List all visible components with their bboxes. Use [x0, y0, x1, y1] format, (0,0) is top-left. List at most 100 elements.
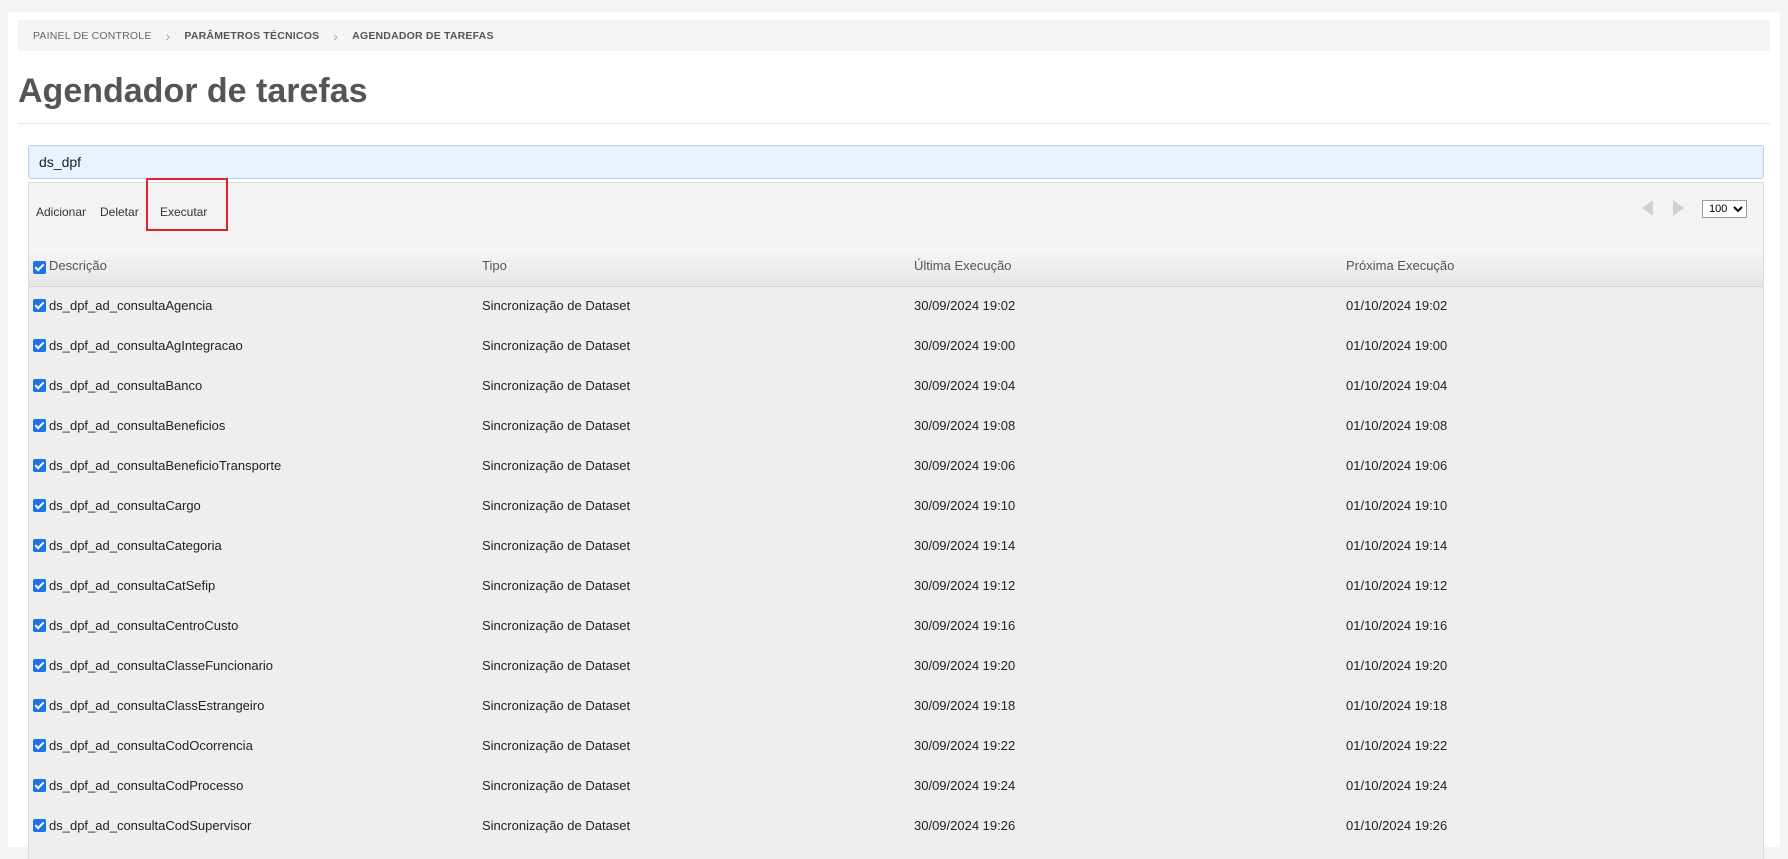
table-row[interactable]: ds_dpf_ad_consultaBeneficios Sincronizaçã… [29, 406, 1763, 446]
delete-button[interactable]: Deletar [100, 205, 139, 219]
column-header-tipo[interactable]: Tipo [482, 258, 507, 273]
search-input[interactable] [28, 145, 1764, 179]
add-button[interactable]: Adicionar [36, 205, 86, 219]
cell-proxima-execucao: 01/10/2024 19:20 [1346, 658, 1448, 673]
table-row[interactable]: ds_dpf_ad_consultaBanco Sincronização de … [29, 366, 1763, 406]
row-checkbox[interactable] [33, 419, 46, 432]
cell-descricao: ds_dpf_ad_consultaCodOcorrencia [49, 738, 253, 753]
cell-ultima-execucao: 30/09/2024 19:14 [914, 538, 1016, 553]
cell-descricao: ds_dpf_ad_consultaCodProcesso [49, 778, 244, 793]
table-row[interactable]: ds_dpf_ad_consultaCargo Sincronização de … [29, 486, 1763, 526]
previous-page-icon[interactable] [1639, 197, 1657, 219]
column-header-proxima-execucao[interactable]: Próxima Execução [1346, 258, 1454, 273]
page-size-select[interactable]: 100 [1702, 200, 1747, 218]
cell-tipo: Sincronização de Dataset [482, 378, 631, 393]
row-checkbox[interactable] [33, 299, 46, 312]
cell-tipo: Sincronização de Dataset [482, 338, 631, 353]
cell-proxima-execucao: 01/10/2024 19:02 [1346, 298, 1448, 313]
page-title: Agendador de tarefas [18, 72, 368, 110]
cell-ultima-execucao: 30/09/2024 19:18 [914, 698, 1016, 713]
cell-proxima-execucao: 01/10/2024 19:16 [1346, 618, 1448, 633]
row-checkbox[interactable] [33, 539, 46, 552]
table-row[interactable]: ds_dpf_ad_consultaCodSupervisor Sincroniz… [29, 806, 1763, 846]
cell-tipo: Sincronização de Dataset [482, 818, 631, 833]
chevron-right-icon: › [333, 27, 339, 44]
chevron-right-icon: › [165, 27, 171, 44]
table-row[interactable]: ds_dpf_ad_consultaCentroCusto Sincronizaç… [29, 606, 1763, 646]
cell-tipo: Sincronização de Dataset [482, 778, 631, 793]
cell-descricao: ds_dpf_ad_consultaCategoria [49, 538, 222, 553]
row-checkbox[interactable] [33, 579, 46, 592]
cell-descricao: ds_dpf_ad_consultaClassEstrangeiro [49, 698, 265, 713]
cell-proxima-execucao: 01/10/2024 19:12 [1346, 578, 1448, 593]
row-checkbox[interactable] [33, 659, 46, 672]
cell-tipo: Sincronização de Dataset [482, 298, 631, 313]
table-row[interactable]: ds_dpf_ad_consultaAgIntegracao Sincroniza… [29, 326, 1763, 366]
cell-tipo: Sincronização de Dataset [482, 698, 631, 713]
row-checkbox[interactable] [33, 819, 46, 832]
table-body: ds_dpf_ad_consultaAgencia Sincronização d… [29, 286, 1763, 846]
cell-ultima-execucao: 30/09/2024 19:12 [914, 578, 1016, 593]
cell-tipo: Sincronização de Dataset [482, 458, 631, 473]
row-checkbox[interactable] [33, 499, 46, 512]
cell-proxima-execucao: 01/10/2024 19:26 [1346, 818, 1448, 833]
cell-proxima-execucao: 01/10/2024 19:00 [1346, 338, 1448, 353]
cell-ultima-execucao: 30/09/2024 19:04 [914, 378, 1016, 393]
breadcrumb: PAINEL DE CONTROLE › PARÂMETROS TÉCNICOS… [18, 20, 1770, 51]
table-row[interactable]: ds_dpf_ad_consultaCodProcesso Sincronizaç… [29, 766, 1763, 806]
table-row[interactable]: ds_dpf_ad_consultaCategoria Sincronização… [29, 526, 1763, 566]
cell-descricao: ds_dpf_ad_consultaClasseFuncionario [49, 658, 274, 673]
row-checkbox[interactable] [33, 379, 46, 392]
cell-descricao: ds_dpf_ad_consultaCatSefip [49, 578, 216, 593]
table-row[interactable]: ds_dpf_ad_consultaAgencia Sincronização d… [29, 286, 1763, 326]
cell-tipo: Sincronização de Dataset [482, 658, 631, 673]
table-row[interactable]: ds_dpf_ad_consultaClassEstrangeiro Sincro… [29, 686, 1763, 726]
select-all-checkbox[interactable] [33, 261, 46, 274]
cell-proxima-execucao: 01/10/2024 19:22 [1346, 738, 1448, 753]
column-header-descricao[interactable]: Descrição [49, 258, 107, 273]
cell-tipo: Sincronização de Dataset [482, 738, 631, 753]
cell-ultima-execucao: 30/09/2024 19:26 [914, 818, 1016, 833]
breadcrumb-item-painel[interactable]: PAINEL DE CONTROLE [33, 30, 152, 42]
table-row[interactable]: ds_dpf_ad_consultaCatSefip Sincronização … [29, 566, 1763, 606]
cell-tipo: Sincronização de Dataset [482, 538, 631, 553]
cell-descricao: ds_dpf_ad_consultaAgencia [49, 298, 213, 313]
execute-highlight-box [146, 178, 228, 231]
table-header: Descrição Tipo Última Execução Próxima E… [29, 247, 1763, 287]
cell-tipo: Sincronização de Dataset [482, 618, 631, 633]
cell-descricao: ds_dpf_ad_consultaBanco [49, 378, 203, 393]
cell-descricao: ds_dpf_ad_consultaCargo [49, 498, 201, 513]
cell-tipo: Sincronização de Dataset [482, 578, 631, 593]
cell-proxima-execucao: 01/10/2024 19:18 [1346, 698, 1448, 713]
row-checkbox[interactable] [33, 459, 46, 472]
cell-descricao: ds_dpf_ad_consultaCodSupervisor [49, 818, 252, 833]
cell-descricao: ds_dpf_ad_consultaCentroCusto [49, 618, 239, 633]
row-checkbox[interactable] [33, 619, 46, 632]
cell-ultima-execucao: 30/09/2024 19:02 [914, 298, 1016, 313]
row-checkbox[interactable] [33, 699, 46, 712]
cell-descricao: ds_dpf_ad_consultaBeneficioTransporte [49, 458, 282, 473]
cell-descricao: ds_dpf_ad_consultaAgIntegracao [49, 338, 243, 353]
cell-proxima-execucao: 01/10/2024 19:10 [1346, 498, 1448, 513]
row-checkbox[interactable] [33, 739, 46, 752]
cell-ultima-execucao: 30/09/2024 19:08 [914, 418, 1016, 433]
column-header-ultima-execucao[interactable]: Última Execução [914, 258, 1012, 273]
breadcrumb-item-parametros[interactable]: PARÂMETROS TÉCNICOS [184, 30, 319, 42]
table-row[interactable]: ds_dpf_ad_consultaCodOcorrencia Sincroniz… [29, 726, 1763, 766]
cell-descricao: ds_dpf_ad_consultaBeneficios [49, 418, 226, 433]
breadcrumb-item-agendador: AGENDADOR DE TAREFAS [352, 29, 494, 42]
cell-proxima-execucao: 01/10/2024 19:24 [1346, 778, 1448, 793]
table-row[interactable]: ds_dpf_ad_consultaClasseFuncionario Sincr… [29, 646, 1763, 686]
cell-proxima-execucao: 01/10/2024 19:04 [1346, 378, 1448, 393]
cell-tipo: Sincronização de Dataset [482, 498, 631, 513]
grid-toolbar: Adicionar Deletar Executar 100 [29, 178, 1763, 248]
row-checkbox[interactable] [33, 779, 46, 792]
row-checkbox[interactable] [33, 339, 46, 352]
next-page-icon[interactable] [1669, 197, 1687, 219]
task-grid: Adicionar Deletar Executar 100 Descrição… [28, 178, 1764, 859]
cell-ultima-execucao: 30/09/2024 19:22 [914, 738, 1016, 753]
cell-ultima-execucao: 30/09/2024 19:24 [914, 778, 1016, 793]
table-row[interactable]: ds_dpf_ad_consultaBeneficioTransporte Sin… [29, 446, 1763, 486]
cell-proxima-execucao: 01/10/2024 19:08 [1346, 418, 1448, 433]
cell-proxima-execucao: 01/10/2024 19:14 [1346, 538, 1448, 553]
